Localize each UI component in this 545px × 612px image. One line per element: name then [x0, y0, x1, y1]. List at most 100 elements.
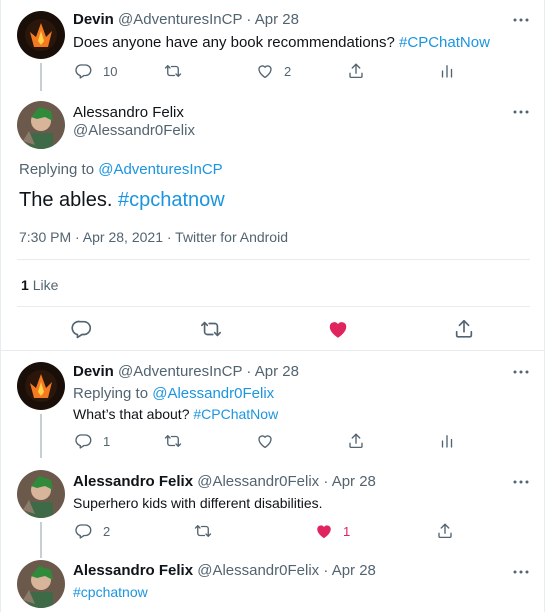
author-handle[interactable]: @Alessandr0Felix: [73, 122, 195, 139]
tweet-text: Does anyone have any book recommendation…: [73, 34, 490, 51]
more-icon[interactable]: [511, 106, 531, 118]
reply-button[interactable]: 2: [75, 522, 110, 540]
retweet-button[interactable]: [200, 318, 222, 340]
share-button[interactable]: [453, 318, 475, 340]
analytics-button[interactable]: [438, 432, 456, 450]
author-handle[interactable]: @AdventuresInCP: [118, 363, 242, 380]
author-handle[interactable]: @AdventuresInCP: [118, 11, 242, 28]
analytics-icon: [438, 62, 456, 80]
avatar[interactable]: [17, 560, 65, 608]
avatar[interactable]: [17, 101, 65, 149]
reply-count: 2: [103, 523, 111, 539]
share-button[interactable]: [347, 62, 365, 80]
share-icon: [347, 62, 365, 80]
replying-to-label: Replying to: [73, 385, 149, 402]
more-icon[interactable]: [511, 14, 531, 26]
analytics-button[interactable]: [438, 62, 456, 80]
retweet-button[interactable]: [164, 62, 182, 80]
tweet-header: Alessandro Felix @Alessandr0Felix · Apr …: [73, 562, 376, 579]
reply-icon: [75, 432, 93, 450]
reply-button[interactable]: [71, 318, 93, 340]
reply-icon: [75, 522, 93, 540]
replying-to-handle[interactable]: @Alessandr0Felix: [152, 385, 274, 402]
tweet-date[interactable]: Apr 28: [255, 11, 299, 28]
thread-connector: [40, 522, 42, 558]
thread-frame: Devin @AdventuresInCP · Apr 28 Does anyo…: [0, 0, 545, 612]
tweet-body: The ables.: [19, 189, 113, 211]
reply-icon: [75, 62, 93, 80]
reply-count: 10: [103, 63, 118, 79]
share-icon: [347, 432, 365, 450]
thread-connector: [40, 63, 42, 91]
likes-stat-label: Like: [32, 277, 59, 293]
like-button[interactable]: 2: [256, 62, 291, 80]
author-handle[interactable]: @Alessandr0Felix: [197, 562, 319, 579]
replying-to: Replying to @Alessandr0Felix: [73, 385, 274, 402]
retweet-icon: [164, 62, 182, 80]
tweet-text: What’s that about? #CPChatNow: [73, 406, 278, 422]
reply-count: 1: [103, 433, 111, 449]
reply-button[interactable]: 1: [75, 432, 110, 450]
retweet-icon: [194, 522, 212, 540]
tweet-text: Superhero kids with different disabiliti…: [73, 495, 323, 511]
more-icon[interactable]: [511, 476, 531, 488]
hashtag-link[interactable]: #cpchatnow: [118, 189, 225, 211]
like-count: 2: [284, 63, 292, 79]
like-button[interactable]: [256, 432, 274, 450]
likes-stat[interactable]: 1 Like: [21, 277, 58, 293]
tweet-date[interactable]: Apr 28: [255, 363, 299, 380]
separator: ·: [323, 562, 329, 579]
tweet-header: Alessandro Felix @Alessandr0Felix · Apr …: [73, 473, 376, 490]
like-button[interactable]: [327, 318, 349, 340]
share-icon: [436, 522, 454, 540]
likes-stat-count: 1: [21, 277, 29, 293]
thread-connector: [40, 414, 42, 458]
hashtag-link[interactable]: #CPChatNow: [193, 406, 278, 422]
author-name[interactable]: Devin: [73, 363, 114, 380]
tweet-timestamp[interactable]: 7:30 PM · Apr 28, 2021 · Twitter for And…: [19, 229, 288, 245]
author-name[interactable]: Alessandro Felix: [73, 473, 193, 490]
like-button[interactable]: 1: [315, 522, 350, 540]
avatar[interactable]: [17, 470, 65, 518]
author-name[interactable]: Alessandro Felix: [73, 562, 193, 579]
separator: ·: [323, 473, 329, 490]
analytics-icon: [438, 432, 456, 450]
retweet-icon: [200, 318, 222, 340]
share-icon: [453, 318, 475, 340]
separator: ·: [246, 11, 252, 28]
hashtag-link[interactable]: #cpchatnow: [73, 584, 148, 600]
tweet-text: The ables. #cpchatnow: [19, 189, 225, 212]
tweet-header: Devin @AdventuresInCP · Apr 28: [73, 11, 299, 28]
heart-icon: [256, 432, 274, 450]
divider: [17, 259, 530, 260]
tweet-date[interactable]: Apr 28: [332, 473, 376, 490]
reply-icon: [71, 318, 93, 340]
heart-filled-icon: [327, 318, 349, 340]
retweet-button[interactable]: [194, 522, 212, 540]
replying-to-label: Replying to: [19, 161, 95, 178]
heart-filled-icon: [315, 522, 333, 540]
like-count: 1: [343, 523, 351, 539]
divider: [17, 306, 530, 307]
tweet-date[interactable]: Apr 28: [332, 562, 376, 579]
separator: ·: [246, 363, 252, 380]
hashtag-link[interactable]: #CPChatNow: [399, 34, 490, 51]
tweet-body: Does anyone have any book recommendation…: [73, 34, 395, 51]
divider: [1, 350, 545, 351]
share-button[interactable]: [436, 522, 454, 540]
more-icon[interactable]: [511, 366, 531, 378]
retweet-button[interactable]: [164, 432, 182, 450]
tweet-header: Devin @AdventuresInCP · Apr 28: [73, 363, 299, 380]
replying-to-handle[interactable]: @AdventuresInCP: [98, 161, 222, 178]
share-button[interactable]: [347, 432, 365, 450]
author-name[interactable]: Alessandro Felix: [73, 104, 184, 121]
reply-button[interactable]: 10: [75, 62, 117, 80]
retweet-icon: [164, 432, 182, 450]
author-handle[interactable]: @Alessandr0Felix: [197, 473, 319, 490]
avatar[interactable]: [17, 362, 65, 410]
tweet-body: What’s that about?: [73, 406, 190, 422]
more-icon[interactable]: [511, 566, 531, 578]
author-name[interactable]: Devin: [73, 11, 114, 28]
avatar[interactable]: [17, 11, 65, 59]
heart-icon: [256, 62, 274, 80]
